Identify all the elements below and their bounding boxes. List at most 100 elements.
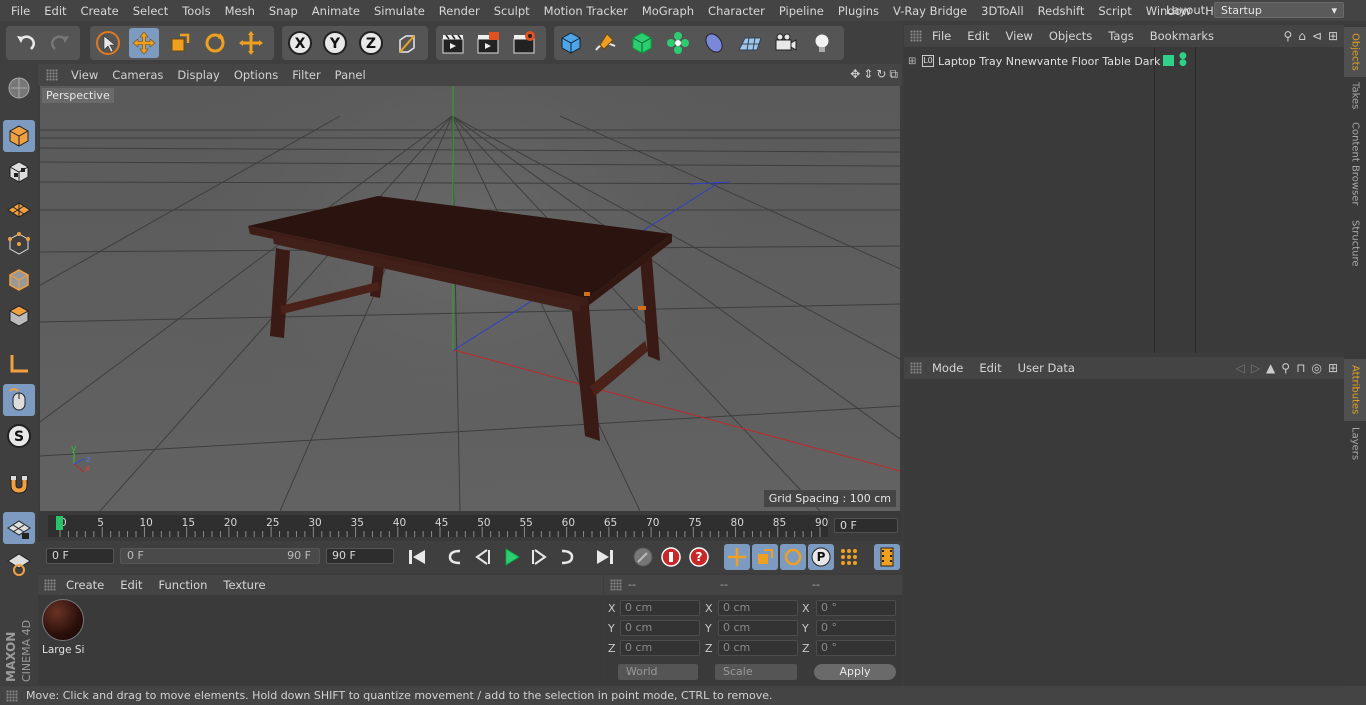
model-mode-button[interactable]: [3, 120, 35, 152]
rotate-tool-button[interactable]: [200, 28, 230, 58]
coordinate-space-select[interactable]: World: [618, 664, 698, 680]
object-menu-bookmarks[interactable]: Bookmarks: [1142, 29, 1222, 43]
go-to-end-button[interactable]: [592, 544, 618, 570]
next-frame-button[interactable]: [526, 544, 552, 570]
object-menu-edit[interactable]: Edit: [959, 29, 997, 43]
lock-icon[interactable]: ⊓: [1296, 361, 1305, 375]
rotation-p-field[interactable]: 0 °: [816, 620, 896, 636]
orbit-icon[interactable]: ↻: [876, 67, 886, 82]
tab-objects[interactable]: Objects: [1344, 27, 1366, 77]
y-axis-lock-button[interactable]: Y: [320, 28, 350, 58]
object-name[interactable]: Laptop Tray Nnewvante Floor Table Dark: [938, 55, 1160, 68]
menu-select[interactable]: Select: [126, 4, 175, 18]
end-frame-field[interactable]: 90 F: [326, 548, 394, 564]
object-row[interactable]: ⊞ L0 Laptop Tray Nnewvante Floor Table D…: [908, 52, 1338, 70]
material-menu-function[interactable]: Function: [151, 578, 216, 592]
menu-render[interactable]: Render: [432, 4, 487, 18]
attribute-menu-edit[interactable]: Edit: [971, 361, 1009, 375]
dolly-icon[interactable]: ⇕: [863, 67, 873, 82]
render-view-button[interactable]: [438, 28, 468, 58]
menu-redshift[interactable]: Redshift: [1031, 4, 1092, 18]
panel-grip[interactable]: [6, 690, 18, 702]
polygons-mode-button[interactable]: [3, 300, 35, 332]
maximize-icon[interactable]: ⧉: [889, 67, 898, 82]
previous-keyframe-button[interactable]: [442, 544, 468, 570]
pan-icon[interactable]: ✥: [850, 67, 860, 82]
menu-mograph[interactable]: MoGraph: [635, 4, 701, 18]
add-subdivision-button[interactable]: [627, 28, 657, 58]
viewport-menu-filter[interactable]: Filter: [285, 68, 327, 82]
edges-mode-button[interactable]: [3, 264, 35, 296]
go-to-start-button[interactable]: [404, 544, 430, 570]
viewport-menu-panel[interactable]: Panel: [328, 68, 373, 82]
back-arrow-icon[interactable]: ◁: [1236, 361, 1245, 375]
column-divider[interactable]: [1154, 47, 1155, 353]
menu-edit[interactable]: Edit: [37, 4, 73, 18]
timeline-ruler[interactable]: 0 5 10 15 20 25 30 35 40 45 50 55 60 65 70 75 80 85 90: [48, 515, 828, 537]
workplane-mode-button[interactable]: [3, 192, 35, 224]
apply-button[interactable]: Apply: [814, 664, 896, 680]
render-picture-viewer-button[interactable]: [473, 28, 503, 58]
viewport-menu-display[interactable]: Display: [170, 68, 226, 82]
size-x-field[interactable]: 0 cm: [718, 600, 798, 616]
rotation-h-field[interactable]: 0 °: [816, 600, 896, 616]
move-tool-button[interactable]: [129, 28, 159, 58]
record-active-objects-button[interactable]: [630, 544, 656, 570]
position-y-field[interactable]: 0 cm: [620, 620, 700, 636]
menu-snap[interactable]: Snap: [262, 4, 305, 18]
visibility-tag-icon[interactable]: [1163, 55, 1174, 66]
tab-attributes[interactable]: Attributes: [1344, 359, 1366, 421]
redo-button[interactable]: [45, 28, 75, 58]
add-camera-button[interactable]: [771, 28, 801, 58]
locked-workplane-button[interactable]: [3, 548, 35, 580]
rotation-key-toggle[interactable]: [780, 544, 806, 570]
expand-icon[interactable]: ⊞: [908, 56, 918, 67]
add-floor-button[interactable]: [735, 28, 765, 58]
object-menu-file[interactable]: File: [924, 29, 959, 43]
menu-pipeline[interactable]: Pipeline: [772, 4, 831, 18]
tweak-mode-button[interactable]: [3, 384, 35, 416]
add-cloner-button[interactable]: [663, 28, 693, 58]
target-icon[interactable]: ◎: [1311, 361, 1321, 375]
panel-grip[interactable]: [910, 30, 922, 42]
column-divider[interactable]: [1195, 47, 1196, 353]
material-menu-texture[interactable]: Texture: [215, 578, 273, 592]
material-swatch[interactable]: Large Si: [42, 599, 86, 657]
menu-motion-tracker[interactable]: Motion Tracker: [537, 4, 635, 18]
rotation-b-field[interactable]: 0 °: [816, 640, 896, 656]
add-cube-button[interactable]: [556, 28, 586, 58]
object-menu-view[interactable]: View: [998, 29, 1041, 43]
parameter-key-toggle[interactable]: P: [808, 544, 834, 570]
workplane-lock-button[interactable]: [3, 512, 35, 544]
scale-key-toggle[interactable]: [752, 544, 778, 570]
menu-create[interactable]: Create: [74, 4, 126, 18]
menu-plugins[interactable]: Plugins: [831, 4, 886, 18]
autokeying-button[interactable]: [658, 544, 684, 570]
live-selection-button[interactable]: [93, 28, 123, 58]
size-y-field[interactable]: 0 cm: [718, 620, 798, 636]
position-z-field[interactable]: 0 cm: [620, 640, 700, 656]
layout-select[interactable]: Startup ▾: [1214, 2, 1344, 18]
forward-arrow-icon[interactable]: ▷: [1251, 361, 1260, 375]
texture-mode-button[interactable]: [3, 156, 35, 188]
panel-grip[interactable]: [46, 69, 58, 81]
size-z-field[interactable]: 0 cm: [718, 640, 798, 656]
coordinate-system-button[interactable]: [392, 28, 422, 58]
menu-simulate[interactable]: Simulate: [367, 4, 432, 18]
new-panel-icon[interactable]: ⊞: [1328, 29, 1338, 43]
transform-tool-button[interactable]: [236, 28, 266, 58]
keyframe-selection-button[interactable]: ?: [686, 544, 712, 570]
viewport-menu-cameras[interactable]: Cameras: [105, 68, 170, 82]
add-light-button[interactable]: [807, 28, 837, 58]
previous-frame-button[interactable]: [470, 544, 496, 570]
tab-takes[interactable]: Takes: [1344, 79, 1366, 113]
panel-grip[interactable]: [910, 362, 922, 374]
make-editable-button[interactable]: [3, 72, 35, 104]
menu-mesh[interactable]: Mesh: [218, 4, 262, 18]
undo-button[interactable]: [11, 28, 41, 58]
search-icon[interactable]: ⚲: [1283, 29, 1292, 43]
menu-file[interactable]: File: [4, 4, 37, 18]
current-frame-field[interactable]: 0 F: [834, 518, 898, 533]
scale-tool-button[interactable]: [165, 28, 195, 58]
tab-layers[interactable]: Layers: [1344, 425, 1366, 463]
